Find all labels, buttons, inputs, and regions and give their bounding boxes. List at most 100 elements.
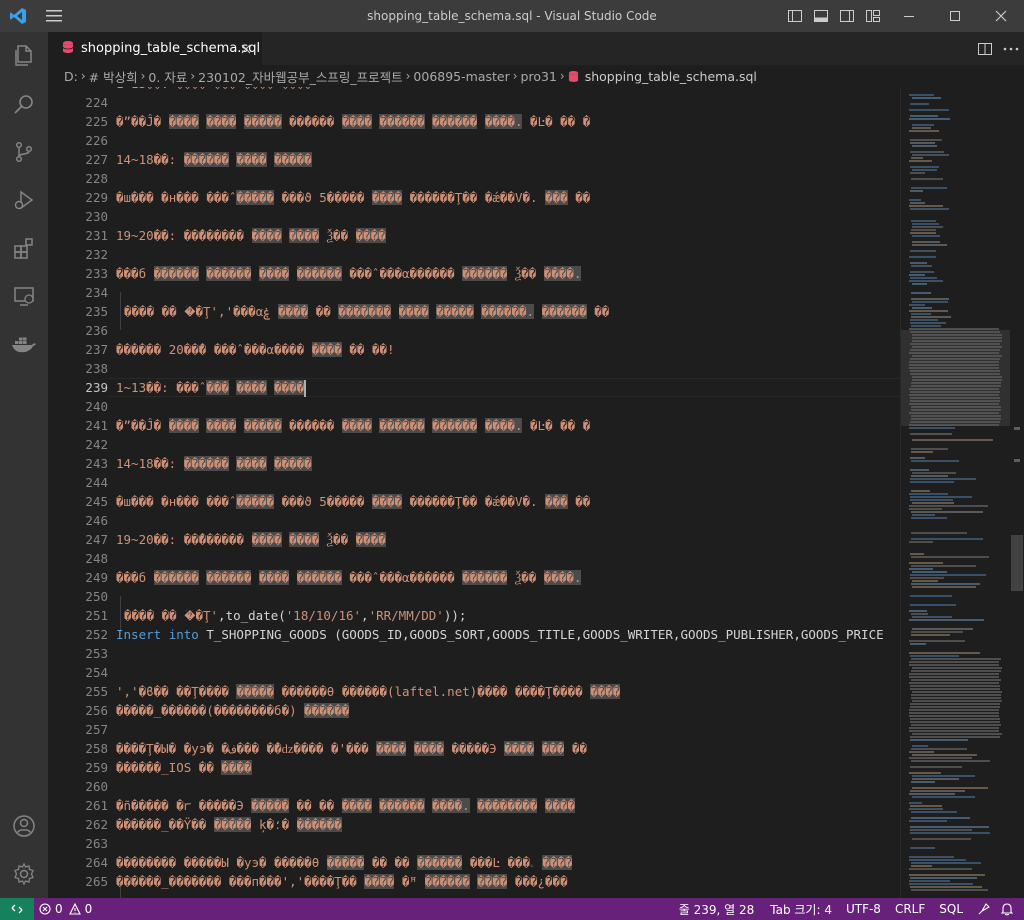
minimap-line [910, 331, 1000, 333]
breadcrumb-item[interactable]: D: [64, 69, 78, 84]
minimap-line [909, 664, 999, 666]
breadcrumb-item[interactable]: 006895-master [413, 69, 509, 84]
tab-shopping-table-schema[interactable]: shopping_table_schema.sql [48, 32, 262, 65]
minimap-line [910, 604, 956, 606]
minimap-line [911, 406, 1001, 408]
activity-bar [0, 32, 48, 898]
minimap-line [909, 130, 939, 132]
encoding[interactable]: UTF-8 [841, 898, 886, 920]
cursor-position[interactable]: 줄 239, 열 28 [674, 898, 760, 920]
minimap-line [909, 640, 965, 642]
minimap-line [910, 202, 925, 204]
scrollbar-thumb[interactable] [1011, 535, 1023, 591]
minimap-line [909, 493, 948, 495]
minimap-line [910, 688, 1000, 690]
remote-indicator-icon[interactable] [0, 898, 34, 920]
minimap-line [909, 793, 955, 795]
toggle-secondary-sidebar-icon[interactable] [834, 0, 860, 32]
minimize-icon[interactable] [886, 0, 932, 32]
minimap-line [910, 886, 982, 888]
tab-bar: shopping_table_schema.sql [48, 32, 1024, 65]
code-area[interactable]: 1~13��: ���� ��� ���� ���� �”��Ĵ� ���� ��… [116, 87, 900, 898]
line-number: 249 [85, 570, 108, 585]
minimap-line [910, 478, 976, 480]
line-number: 225 [85, 114, 108, 129]
minimap-line [910, 115, 938, 117]
minimap-line [912, 439, 993, 441]
minimap-line [911, 565, 976, 567]
problems-indicator[interactable]: 0 0 [34, 898, 97, 920]
language-mode[interactable]: SQL [934, 898, 968, 920]
minimap-line [910, 250, 936, 252]
minimap-line [909, 808, 943, 810]
minimap-line [911, 316, 951, 318]
minimap-line [909, 820, 947, 822]
minimap-line [911, 634, 950, 636]
minimap-line [909, 427, 955, 429]
minimap-line [910, 574, 986, 576]
minimap-line [911, 451, 933, 453]
title-bar: shopping_table_schema.sql - Visual Studi… [0, 0, 1024, 32]
minimap[interactable] [900, 87, 1010, 898]
docker-icon[interactable] [0, 320, 48, 368]
end-of-line[interactable]: CRLF [890, 898, 930, 920]
minimap-line [911, 292, 931, 294]
extensions-icon[interactable] [0, 224, 48, 272]
line-number: 228 [85, 171, 108, 186]
menu-icon[interactable] [36, 0, 72, 32]
breadcrumb-item[interactable]: # 박상희 [89, 67, 138, 86]
minimap-line [909, 874, 985, 876]
vertical-scrollbar[interactable] [1010, 87, 1024, 898]
minimap-line [910, 739, 968, 741]
minimap-line [909, 562, 943, 564]
minimap-line [909, 199, 921, 201]
more-actions-icon[interactable] [998, 32, 1024, 65]
maximize-icon[interactable] [932, 0, 978, 32]
breadcrumb-file[interactable]: shopping_table_schema.sql [568, 69, 757, 84]
notifications-bell-icon[interactable] [996, 898, 1018, 920]
minimap-line [910, 469, 929, 471]
tab-size[interactable]: Tab 크기: 4 [765, 898, 837, 920]
code-editor[interactable]: 224 225 226 227 228 229 230 231 232 233 234 235 236 2… [48, 87, 900, 898]
source-control-icon[interactable] [0, 128, 48, 176]
code-line: �����_������(��������б�) ������ [116, 703, 350, 718]
minimap-line [912, 334, 1002, 336]
line-number: 238 [85, 361, 108, 376]
minimap-line [910, 421, 1000, 423]
customize-layout-icon[interactable] [860, 0, 886, 32]
code-line: ���� �� �ؘ�Ţ',to_date('18/10/16','RR/MM/… [124, 608, 467, 623]
close-window-icon[interactable] [978, 0, 1024, 32]
remote-explorer-icon[interactable] [0, 272, 48, 320]
accounts-icon[interactable] [0, 802, 48, 850]
line-number: 239 [85, 380, 108, 395]
toggle-primary-sidebar-icon[interactable] [782, 0, 808, 32]
code-line: Insert into T_SHOPPING_GOODS (GOODS_ID,G… [116, 627, 884, 642]
error-count: 0 [55, 902, 63, 916]
split-editor-icon[interactable] [972, 32, 998, 65]
breadcrumb-item[interactable]: 0. 자료 [148, 67, 187, 86]
code-line: ���б ������ ������ ���� ������ ���̂ ���α… [116, 266, 582, 281]
feedback-icon[interactable] [972, 898, 996, 920]
search-icon[interactable] [0, 80, 48, 128]
minimap-line [911, 298, 949, 300]
breadcrumb-item[interactable]: pro31 [521, 69, 557, 84]
minimap-line [911, 538, 983, 540]
minimap-line [912, 616, 952, 618]
minimap-line [911, 694, 1001, 696]
close-tab-icon[interactable] [238, 41, 254, 57]
line-number: 251 [85, 608, 108, 623]
minimap-line [910, 496, 972, 498]
minimap-line [909, 160, 932, 162]
chevron-right-icon: › [512, 69, 518, 83]
breadcrumb-item[interactable]: 230102_자바웹공부_스프링_프로젝트 [198, 67, 402, 86]
line-number: 265 [85, 874, 108, 889]
minimap-line [911, 817, 970, 819]
manage-gear-icon[interactable] [0, 850, 48, 898]
toggle-panel-icon[interactable] [808, 0, 834, 32]
line-number: 264 [85, 855, 108, 870]
minimap-line [911, 475, 948, 477]
run-debug-icon[interactable] [0, 176, 48, 224]
minimap-line [910, 832, 990, 834]
explorer-icon[interactable] [0, 32, 48, 80]
minimap-line [909, 772, 941, 774]
